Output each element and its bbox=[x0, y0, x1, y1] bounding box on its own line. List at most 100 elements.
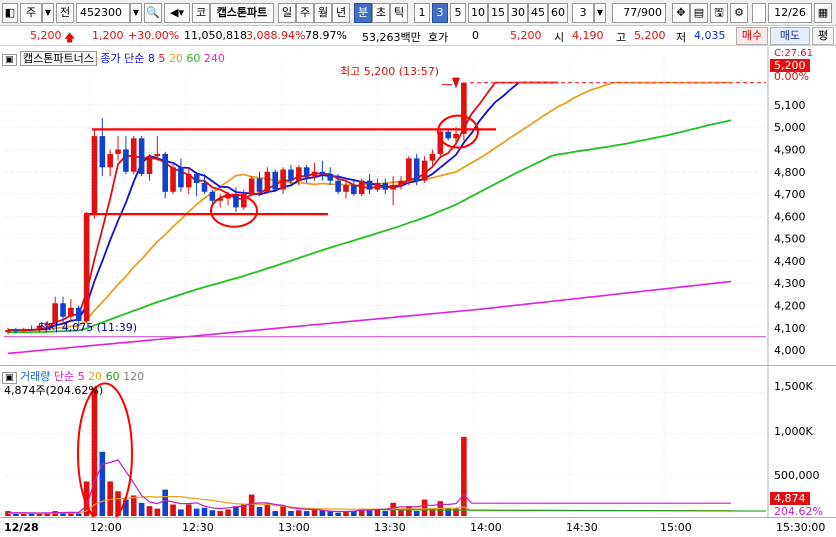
market-dropdown-icon[interactable]: ▼ bbox=[42, 3, 54, 23]
volume-bar bbox=[225, 509, 231, 516]
code-input[interactable]: 452300 bbox=[76, 3, 130, 23]
candle-body bbox=[28, 328, 35, 331]
volume-bar bbox=[351, 511, 357, 516]
candle-body bbox=[264, 171, 271, 192]
candle-body bbox=[358, 180, 365, 195]
period-month-button[interactable]: 월 bbox=[314, 3, 332, 23]
period-second-button[interactable]: 초 bbox=[372, 3, 390, 23]
candle-body bbox=[406, 158, 412, 181]
page-counter[interactable]: 77/900 bbox=[612, 3, 666, 23]
buy-button-label: 매수 bbox=[741, 29, 763, 42]
sell-button[interactable]: 매도 bbox=[770, 27, 810, 45]
code-dropdown-icon[interactable]: ▼ bbox=[130, 3, 142, 23]
candle-body bbox=[60, 303, 66, 317]
interval-30-label: 30 bbox=[511, 6, 525, 19]
co-button[interactable]: 코 bbox=[192, 3, 210, 23]
period-week-button[interactable]: 주 bbox=[296, 3, 314, 23]
price-chart[interactable]: 5,100 5,000 4,900 4,800 4,700 4,600 4,500 4,400… bbox=[0, 47, 836, 365]
axis-top-label: C:27.61 bbox=[774, 48, 813, 59]
candle-body bbox=[193, 173, 200, 183]
candle-body bbox=[178, 167, 184, 188]
volume-chart[interactable] bbox=[0, 366, 836, 518]
period-minute-button[interactable]: 분 bbox=[354, 3, 372, 23]
market-select-label: 주 bbox=[25, 6, 37, 19]
stock-name-label: 캡스톤파트 bbox=[216, 6, 268, 19]
eval-button[interactable]: 평 bbox=[812, 27, 834, 45]
interval-15-button[interactable]: 15 bbox=[488, 3, 508, 23]
interval-3-label: 3 bbox=[436, 6, 444, 19]
interval-60-button[interactable]: 60 bbox=[548, 3, 568, 23]
volume-chart-panel[interactable]: ▣ 거래량 단순 5 20 60 120 4,874주(204.62%) 1,5… bbox=[0, 365, 836, 518]
volume-bar bbox=[209, 510, 216, 516]
candle-body bbox=[374, 182, 381, 190]
interval-30-button[interactable]: 30 bbox=[508, 3, 528, 23]
volume-current: 4,874주(204.62%) bbox=[4, 384, 104, 397]
volume-bar bbox=[201, 507, 208, 516]
candle-body bbox=[20, 328, 27, 332]
eval-button-label: 평 bbox=[817, 29, 829, 42]
crosshair-icon[interactable]: ✥ bbox=[672, 3, 690, 23]
interval-5-button[interactable]: 5 bbox=[450, 3, 466, 23]
interval-1-button[interactable]: 1 bbox=[414, 3, 430, 23]
quote-value: 0 bbox=[472, 29, 479, 42]
interval-count-input[interactable]: 3 bbox=[572, 3, 594, 23]
volume-bar bbox=[256, 506, 263, 516]
trade-amount: 53,263백만 bbox=[362, 31, 421, 44]
candle-body bbox=[366, 180, 373, 190]
quote-label: 호가 bbox=[428, 31, 449, 44]
interval-10-label: 10 bbox=[471, 6, 485, 19]
legend-ma-60: 60 bbox=[186, 52, 201, 65]
candle-body bbox=[123, 149, 129, 172]
interval-10-button[interactable]: 10 bbox=[468, 3, 488, 23]
volume-bar bbox=[264, 503, 271, 516]
period-tick-button[interactable]: 틱 bbox=[390, 3, 408, 23]
interval-dropdown-icon[interactable]: ▼ bbox=[594, 3, 606, 23]
interval-45-button[interactable]: 45 bbox=[528, 3, 548, 23]
period-day-button[interactable]: 일 bbox=[278, 3, 296, 23]
candle-body bbox=[453, 133, 459, 139]
interval-3-button[interactable]: 3 bbox=[432, 3, 448, 23]
volume-bar bbox=[343, 511, 349, 516]
candle-body bbox=[421, 160, 428, 181]
price-tick-label: 4,800 bbox=[774, 166, 806, 179]
market-select[interactable]: 주 bbox=[20, 3, 42, 23]
date-input[interactable]: 12/26 bbox=[768, 3, 812, 23]
candle-body bbox=[138, 138, 145, 174]
candle-body bbox=[272, 171, 279, 190]
grid-icon[interactable]: ▤ bbox=[690, 3, 708, 23]
save-icon[interactable]: 🖫 bbox=[710, 3, 728, 23]
time-axis-date: 12/28 bbox=[4, 521, 39, 534]
candle-body bbox=[248, 178, 255, 195]
stock-name[interactable]: 캡스톤파트 bbox=[210, 3, 274, 23]
low-value: 4,035 bbox=[694, 29, 726, 42]
high-value: 5,200 bbox=[634, 29, 666, 42]
date-checkbox[interactable] bbox=[752, 3, 766, 23]
buy-button[interactable]: 매수 bbox=[736, 27, 768, 45]
candle-body bbox=[185, 173, 192, 188]
search-icon[interactable]: 🔍 bbox=[144, 3, 162, 23]
candle-body bbox=[5, 330, 11, 333]
chart-options-icon[interactable]: ▣ bbox=[2, 54, 17, 66]
price-chart-panel[interactable]: 5,100 5,000 4,900 4,800 4,700 4,600 4,500 4,400… bbox=[0, 47, 836, 365]
interval-45-label: 45 bbox=[531, 6, 545, 19]
prev-button[interactable]: 전 bbox=[56, 3, 74, 23]
layout-icon[interactable]: ◧ bbox=[2, 3, 18, 23]
up-arrow-icon: 🡅 bbox=[64, 31, 76, 44]
volume-bar bbox=[303, 511, 310, 516]
time-tick-1200: 12:00 bbox=[90, 521, 122, 534]
gear-icon[interactable]: ⚙ bbox=[730, 3, 748, 23]
candle-body bbox=[429, 153, 436, 161]
interval-5-label: 5 bbox=[454, 6, 462, 19]
period-month-label: 월 bbox=[317, 6, 329, 19]
candle-body bbox=[13, 330, 19, 332]
candle-body bbox=[233, 194, 239, 208]
calendar-icon[interactable]: ▦ bbox=[814, 3, 832, 23]
candle-body bbox=[83, 214, 90, 322]
candle-body bbox=[445, 131, 451, 139]
candle-body bbox=[154, 153, 161, 157]
period-year-button[interactable]: 년 bbox=[332, 3, 350, 23]
sound-icon[interactable]: ◀▾ bbox=[164, 3, 190, 23]
candle-body bbox=[209, 191, 216, 201]
candle-body bbox=[343, 185, 349, 192]
toolbar: ◧ 주 ▼ 전 452300 ▼ 🔍 ◀▾ 코 캡스톤파트 일 주 월 년 분 … bbox=[0, 0, 836, 26]
